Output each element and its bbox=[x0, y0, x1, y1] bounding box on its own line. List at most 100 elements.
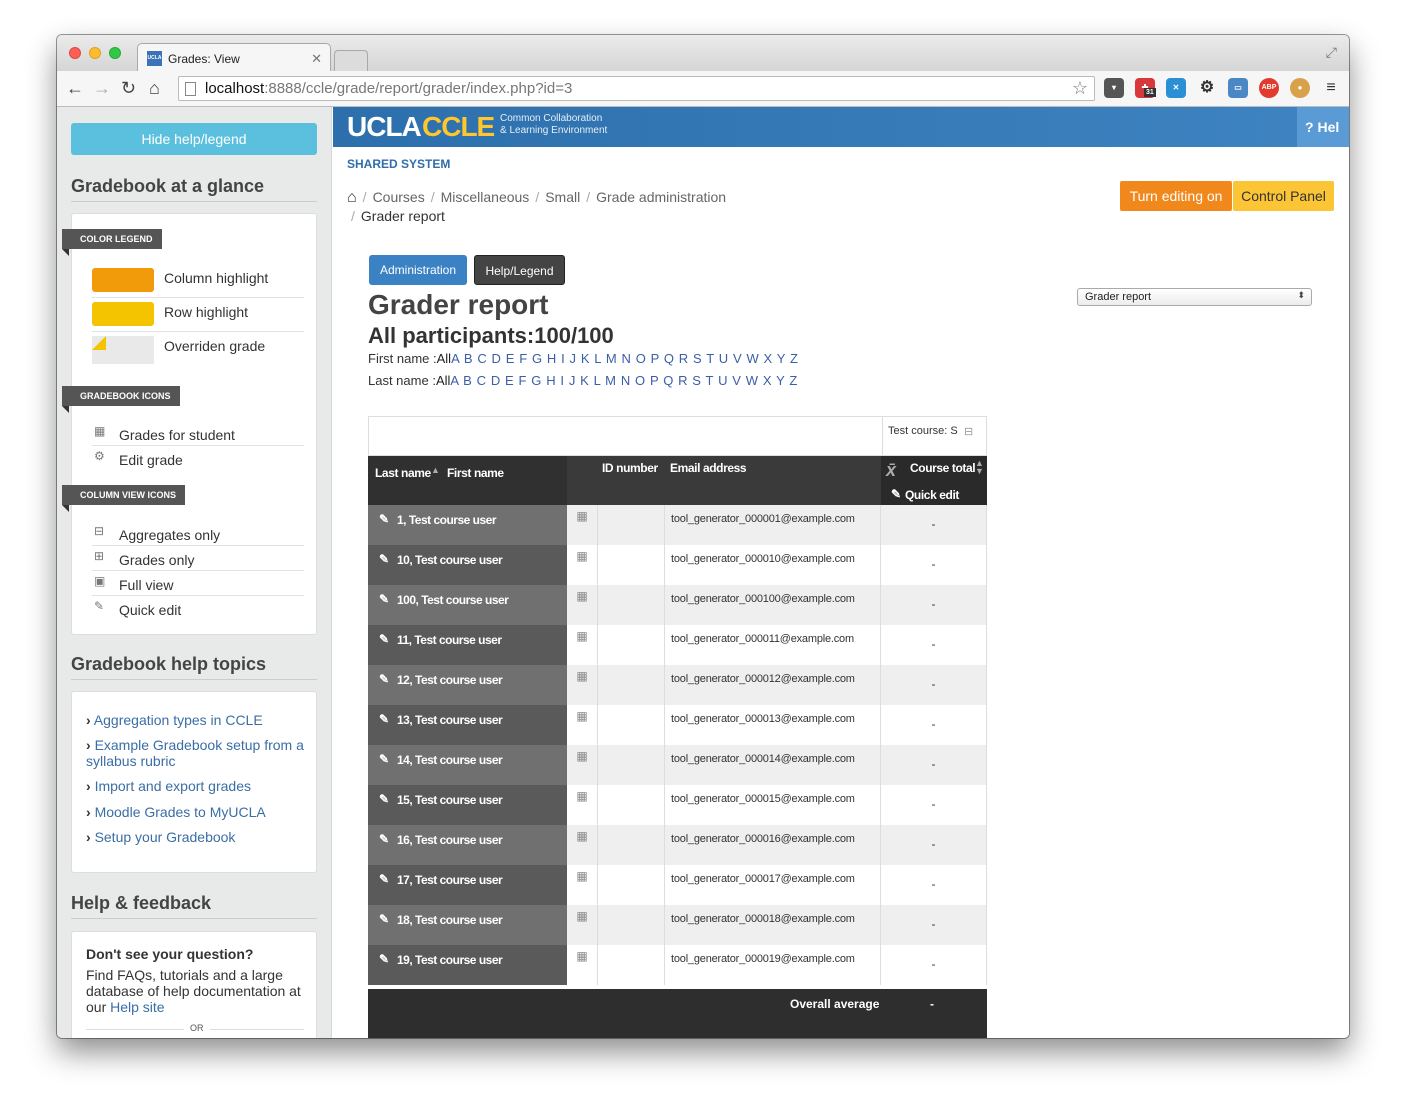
minimize-window-button[interactable] bbox=[89, 47, 101, 59]
course-total-cell[interactable]: - bbox=[881, 865, 987, 905]
firstname-letters[interactable]: A B C D E F G H I J K L M N O P Q R S T … bbox=[451, 351, 799, 366]
grid-icon[interactable]: ▦ bbox=[567, 825, 598, 865]
sort-lastname[interactable]: Last name bbox=[375, 466, 431, 480]
help-link-label[interactable]: Setup your Gradebook bbox=[95, 829, 236, 845]
grid-icon[interactable]: ▦ bbox=[567, 905, 598, 945]
grid-icon[interactable]: ▦ bbox=[567, 545, 598, 585]
address-bar[interactable]: localhost:8888/ccle/grade/report/grader/… bbox=[178, 76, 1095, 101]
help-button[interactable]: ? Hel bbox=[1297, 107, 1349, 147]
help-link-aggregation[interactable]: › Aggregation types in CCLE bbox=[86, 712, 306, 728]
turn-editing-on-button[interactable]: Turn editing on bbox=[1120, 181, 1232, 211]
firstname-all[interactable]: All bbox=[437, 351, 451, 366]
home-icon[interactable]: ⌂ bbox=[149, 78, 160, 98]
help-link-label[interactable]: Example Gradebook setup from a syllabus … bbox=[86, 737, 304, 769]
help-link-setup[interactable]: › Setup your Gradebook bbox=[86, 829, 306, 845]
quick-edit-link[interactable]: Quick edit bbox=[905, 488, 959, 502]
email-header[interactable]: Email address bbox=[670, 461, 747, 475]
student-name-cell[interactable]: ✎ 14, Test course user bbox=[368, 745, 567, 785]
lastname-all[interactable]: All bbox=[436, 373, 450, 388]
forward-arrow-icon[interactable]: → bbox=[93, 78, 111, 98]
student-name[interactable]: 15, Test course user bbox=[397, 793, 503, 807]
sort-arrows-icon[interactable]: ▲ ▼ bbox=[975, 459, 984, 476]
pencil-icon[interactable]: ✎ bbox=[379, 912, 389, 926]
gear-icon[interactable]: ⚙ bbox=[1197, 78, 1217, 98]
hide-help-button[interactable]: Hide help/legend bbox=[71, 123, 317, 155]
course-total-cell[interactable]: - bbox=[881, 545, 987, 585]
student-name-cell[interactable]: ✎ 12, Test course user bbox=[368, 665, 567, 705]
pencil-icon[interactable]: ✎ bbox=[379, 752, 389, 766]
screen-icon[interactable]: ▭ bbox=[1228, 78, 1248, 98]
student-name[interactable]: 19, Test course user bbox=[397, 953, 503, 967]
tab-help-legend[interactable]: Help/Legend bbox=[474, 255, 565, 285]
close-tab-icon[interactable]: ✕ bbox=[311, 51, 322, 67]
student-name-cell[interactable]: ✎ 18, Test course user bbox=[368, 905, 567, 945]
student-name-cell[interactable]: ✎ 15, Test course user bbox=[368, 785, 567, 825]
grid-icon[interactable]: ▦ bbox=[567, 665, 598, 705]
pencil-icon[interactable]: ✎ bbox=[379, 872, 389, 886]
course-total-cell[interactable]: - bbox=[881, 745, 987, 785]
student-name-cell[interactable]: ✎ 13, Test course user bbox=[368, 705, 567, 745]
student-name-cell[interactable]: ✎ 19, Test course user bbox=[368, 945, 567, 985]
pencil-icon[interactable]: ✎ bbox=[379, 512, 389, 526]
grid-icon[interactable]: ▦ bbox=[567, 585, 598, 625]
pencil-icon[interactable]: ✎ bbox=[379, 712, 389, 726]
student-name-cell[interactable]: ✎ 10, Test course user bbox=[368, 545, 567, 585]
course-total-cell[interactable]: - bbox=[881, 905, 987, 945]
student-name-cell[interactable]: ✎ 11, Test course user bbox=[368, 625, 567, 665]
pencil-icon[interactable]: ✎ bbox=[379, 592, 389, 606]
pencil-icon[interactable]: ✎ bbox=[379, 632, 389, 646]
grid-icon[interactable]: ▦ bbox=[567, 625, 598, 665]
help-link-moodle-myucla[interactable]: › Moodle Grades to MyUCLA bbox=[86, 804, 306, 820]
logo-ucla[interactable]: UCLA bbox=[347, 111, 422, 143]
student-name-cell[interactable]: ✎ 100, Test course user bbox=[368, 585, 567, 625]
student-name[interactable]: 14, Test course user bbox=[397, 753, 503, 767]
sort-firstname[interactable]: First name bbox=[447, 466, 504, 480]
grid-icon[interactable]: ▦ bbox=[567, 785, 598, 825]
grid-icon[interactable]: ▦ bbox=[567, 745, 598, 785]
pencil-icon[interactable]: ✎ bbox=[379, 832, 389, 846]
control-panel-button[interactable]: Control Panel bbox=[1233, 181, 1334, 211]
pocket-icon[interactable]: ▾ bbox=[1104, 78, 1124, 98]
zoom-window-button[interactable] bbox=[109, 47, 121, 59]
help-site-link[interactable]: Help site bbox=[110, 999, 164, 1015]
student-name[interactable]: 12, Test course user bbox=[397, 673, 503, 687]
student-name[interactable]: 11, Test course user bbox=[397, 633, 502, 647]
student-name-cell[interactable]: ✎ 1, Test course user bbox=[368, 505, 567, 545]
idnumber-header[interactable]: ID number bbox=[602, 461, 658, 475]
report-select[interactable]: Grader report ⬍ bbox=[1077, 288, 1312, 306]
course-total-cell[interactable]: - bbox=[881, 705, 987, 745]
help-link-label[interactable]: Import and export grades bbox=[95, 778, 251, 794]
student-name-cell[interactable]: ✎ 17, Test course user bbox=[368, 865, 567, 905]
course-total-label[interactable]: Course total bbox=[910, 461, 976, 475]
new-tab-button[interactable] bbox=[334, 50, 368, 71]
breadcrumb-small[interactable]: Small bbox=[545, 189, 580, 205]
breadcrumb-grade-administration[interactable]: Grade administration bbox=[596, 189, 726, 205]
help-link-label[interactable]: Aggregation types in CCLE bbox=[94, 712, 263, 728]
student-name[interactable]: 10, Test course user bbox=[397, 553, 503, 567]
help-link-example-setup[interactable]: › Example Gradebook setup from a syllabu… bbox=[86, 737, 306, 769]
course-total-cell[interactable]: - bbox=[881, 665, 987, 705]
course-total-cell[interactable]: - bbox=[881, 625, 987, 665]
student-name[interactable]: 17, Test course user bbox=[397, 873, 503, 887]
logo-ccle[interactable]: CCLE bbox=[422, 111, 495, 143]
browser-tab[interactable]: UCLA Grades: View ✕ bbox=[137, 43, 331, 71]
course-total-cell[interactable]: - bbox=[881, 825, 987, 865]
close-window-button[interactable] bbox=[69, 47, 81, 59]
breadcrumb-courses[interactable]: Courses bbox=[373, 189, 425, 205]
pencil-icon[interactable]: ✎ bbox=[379, 552, 389, 566]
student-name[interactable]: 1, Test course user bbox=[397, 513, 497, 527]
student-name[interactable]: 13, Test course user bbox=[397, 713, 503, 727]
pencil-icon[interactable]: ✎ bbox=[379, 952, 389, 966]
grid-icon[interactable]: ▦ bbox=[567, 505, 598, 545]
grid-icon[interactable]: ▦ bbox=[567, 865, 598, 905]
course-total-cell[interactable]: - bbox=[881, 785, 987, 825]
course-total-cell[interactable]: - bbox=[881, 585, 987, 625]
student-name[interactable]: 16, Test course user bbox=[397, 833, 503, 847]
reload-icon[interactable]: ↻ bbox=[121, 78, 136, 98]
minus-box-icon[interactable]: ⊟ bbox=[964, 425, 973, 438]
course-total-cell[interactable]: - bbox=[881, 945, 987, 985]
cookie-icon[interactable]: ● bbox=[1290, 78, 1310, 98]
home-icon[interactable]: ⌂ bbox=[347, 189, 357, 206]
adblock-icon[interactable]: ABP bbox=[1259, 78, 1279, 98]
pencil-icon[interactable]: ✎ bbox=[379, 792, 389, 806]
